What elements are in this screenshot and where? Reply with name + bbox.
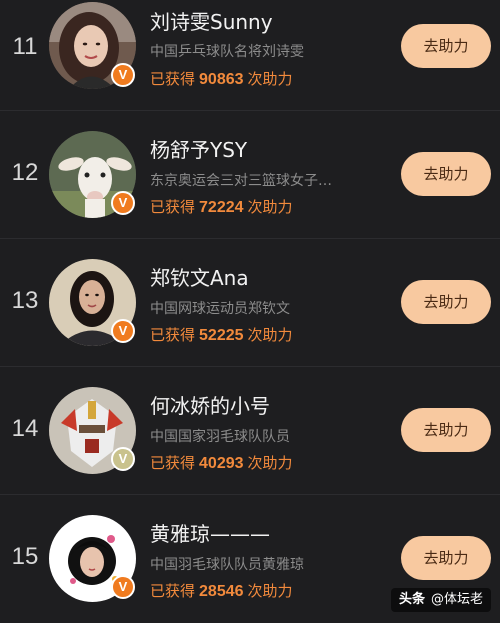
support-button[interactable]: 去助力 [401, 536, 491, 580]
user-name[interactable]: 何冰娇的小号 [150, 390, 270, 419]
rank-number: 12 [11, 159, 39, 186]
support-prefix: 已获得 [150, 326, 196, 344]
user-name[interactable]: 杨舒予YSY [150, 134, 247, 163]
rank-number: 11 [12, 33, 38, 60]
list-item: 13 V 郑钦文Ana 中国网球运动员郑钦文 已获得 52225 次助力 去助力 [0, 239, 500, 367]
ranking-list: 11 V 刘诗雯Sunny 中国乒乓球队名将刘诗雯 已获得 90863 次助力 去助… [0, 0, 500, 623]
support-count: 52225 [199, 327, 244, 344]
support-count-text: 已获得 90863 次助力 [150, 68, 293, 89]
support-count-text: 已获得 40293 次助力 [150, 452, 293, 473]
support-count: 90863 [199, 71, 244, 88]
verified-badge-icon: V [111, 319, 135, 343]
verified-badge-icon: V [111, 191, 135, 215]
rank-number: 14 [11, 415, 39, 442]
support-button[interactable]: 去助力 [401, 408, 491, 452]
support-suffix: 次助力 [247, 582, 293, 600]
support-button[interactable]: 去助力 [401, 152, 491, 196]
support-count-text: 已获得 28546 次助力 [150, 580, 293, 601]
support-prefix: 已获得 [150, 70, 196, 88]
support-suffix: 次助力 [247, 326, 293, 344]
watermark-logo: 头条 [399, 592, 426, 607]
user-description: 中国乒乓球队名将刘诗雯 [150, 44, 304, 60]
user-description: 中国网球运动员郑钦文 [150, 301, 290, 317]
rank-number: 15 [11, 543, 39, 570]
support-count: 28546 [199, 583, 244, 600]
user-name[interactable]: 刘诗雯Sunny [150, 6, 273, 35]
verified-badge-icon: V [111, 575, 135, 599]
list-item: 14 V 何冰娇的小号 中国国家羽毛球队队员 已获得 40293 次助力 去助力 [0, 367, 500, 495]
rank-number: 13 [11, 287, 39, 314]
watermark-text: @体坛老 [431, 592, 484, 607]
verified-badge-icon: V [111, 63, 135, 87]
user-name[interactable]: 郑钦文Ana [150, 262, 249, 291]
list-item: 12 V 杨舒予YSY 东京奥运会三对三篮球女子… 已获得 72224 次助力 去助… [0, 111, 500, 239]
support-count: 72224 [199, 199, 244, 216]
support-suffix: 次助力 [247, 70, 293, 88]
support-count-text: 已获得 52225 次助力 [150, 324, 293, 345]
support-button[interactable]: 去助力 [401, 24, 491, 68]
list-item: 11 V 刘诗雯Sunny 中国乒乓球队名将刘诗雯 已获得 90863 次助力 去助… [0, 0, 500, 111]
support-suffix: 次助力 [247, 454, 293, 472]
support-count-text: 已获得 72224 次助力 [150, 196, 293, 217]
support-suffix: 次助力 [247, 198, 293, 216]
user-description: 东京奥运会三对三篮球女子… [150, 173, 332, 189]
support-prefix: 已获得 [150, 582, 196, 600]
user-description: 中国国家羽毛球队队员 [150, 429, 290, 445]
support-button[interactable]: 去助力 [401, 280, 491, 324]
verified-badge-icon: V [111, 447, 135, 471]
support-prefix: 已获得 [150, 454, 196, 472]
support-count: 40293 [199, 455, 244, 472]
support-prefix: 已获得 [150, 198, 196, 216]
user-description: 中国羽毛球队队员黄雅琼 [150, 557, 304, 573]
watermark: 头条 @体坛老 [391, 588, 492, 612]
user-name[interactable]: 黄雅琼——— [150, 518, 270, 547]
